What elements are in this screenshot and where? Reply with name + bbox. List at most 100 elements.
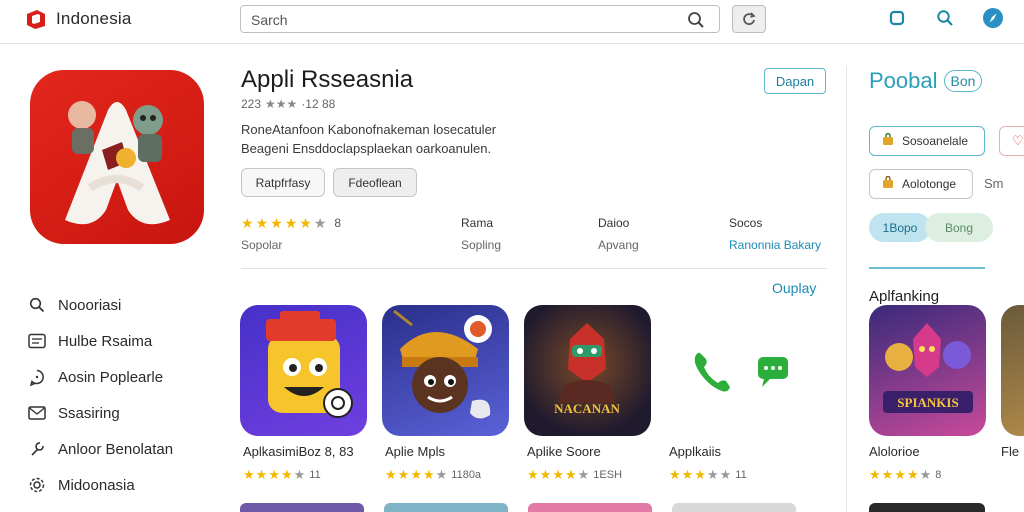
bag-icon <box>882 132 894 149</box>
rating-count: 8 <box>935 469 942 481</box>
stat-link[interactable]: Ranonnia Bakary <box>729 238 821 252</box>
app-rating: ★ ★ ★ ★ ★ 11 <box>243 467 321 482</box>
square-icon[interactable] <box>886 7 908 29</box>
divider <box>241 268 827 269</box>
app-tile-icon[interactable] <box>382 305 509 436</box>
rating-count: 1180a <box>451 469 482 481</box>
open-button[interactable]: Dapan <box>764 68 826 94</box>
nav-item-messages[interactable]: Ssasiring <box>28 395 173 431</box>
next-row-tile[interactable] <box>869 503 985 512</box>
fantasy-game-icon: SPIANKIS <box>883 323 973 413</box>
side-button-label: Aolotonge <box>902 177 957 191</box>
next-row-tile[interactable] <box>528 503 652 512</box>
app-name[interactable]: Alolorioe <box>869 444 920 459</box>
secondary-button[interactable]: Ratpfrfasy <box>241 168 325 197</box>
mail-icon <box>28 404 46 422</box>
stat-rating: ★ ★ ★ ★ ★ ★ 8 Sopolar <box>241 216 341 252</box>
app-title: Appli Rsseasnia <box>241 66 414 93</box>
app-name[interactable]: Fle <box>1001 444 1019 459</box>
nav-item-home[interactable]: Hulbe Rsaima <box>28 323 173 359</box>
rating-count: 223 <box>241 97 262 111</box>
emoji-game-icon <box>266 311 353 418</box>
app-rating: ★ ★ ★ ★ ★ 1ESH <box>527 467 623 482</box>
rating-count: 11 <box>309 469 321 481</box>
nav-item-settings[interactable]: Midoonasia <box>28 467 173 503</box>
next-row-tile[interactable] <box>240 503 364 512</box>
stat-sub: Sopling <box>461 238 502 252</box>
nav-item-popular[interactable]: Aosin Poplearle <box>28 359 173 395</box>
search-icon[interactable] <box>687 11 705 29</box>
secondary-button[interactable]: Fdeoflean <box>333 168 417 197</box>
app-tile-icon[interactable] <box>666 305 793 436</box>
bag-icon <box>882 175 894 192</box>
brand-logo-icon <box>27 10 45 29</box>
search-box[interactable] <box>240 5 720 33</box>
app-name[interactable]: Aplie Mpls <box>385 444 445 459</box>
gear-icon <box>28 476 46 494</box>
panel-title-text: Poobal <box>869 68 938 93</box>
peek-app-icon[interactable] <box>1001 305 1024 436</box>
nacanan-game-icon: NACANAN <box>554 323 620 416</box>
side-button-label: Sosoanelale <box>902 134 969 148</box>
nav-label: Ssasiring <box>58 404 120 422</box>
search-input[interactable] <box>251 10 671 30</box>
heart-button[interactable]: ♡ <box>999 126 1024 156</box>
stat-item: Rama Sopling <box>461 216 501 252</box>
panel-accent-rule <box>869 267 985 269</box>
side-button[interactable]: Aolotonge <box>869 169 973 199</box>
pill-tab[interactable]: Bong <box>925 213 993 242</box>
description-line: Beageni Ensddoclapsplaekan oarkoanulen. <box>241 141 492 156</box>
nav-label: Noooriasi <box>58 296 122 314</box>
refresh-icon <box>743 12 756 25</box>
search-icon <box>28 296 46 314</box>
grid-icon <box>28 332 46 350</box>
meta-stars: ★★★ <box>265 97 298 111</box>
nav-label: Hulbe Rsaima <box>58 332 153 350</box>
brand[interactable]: Indonesia <box>24 7 132 31</box>
nav-label: Anloor Benolatan <box>58 440 174 458</box>
nav-label: Aosin Poplearle <box>58 368 164 386</box>
rating-stars: ★ ★ ★ ★ ★ ★ 8 <box>241 215 342 231</box>
stat-label: Socos <box>729 216 763 230</box>
side-button[interactable]: Sosoanelale <box>869 126 985 156</box>
featured-app-icon[interactable]: SPIANKIS <box>869 305 986 436</box>
app-rating: ★ ★ ★ ★ ★ 1180a <box>385 467 482 482</box>
compass-icon[interactable] <box>982 7 1004 29</box>
next-row-tile[interactable] <box>384 503 508 512</box>
refresh-button[interactable] <box>732 5 766 33</box>
next-row-tile[interactable] <box>672 503 796 512</box>
display-link[interactable]: Ouplay <box>772 280 816 296</box>
app-name[interactable]: Aplike Soore <box>527 444 601 459</box>
app-hero-icon[interactable] <box>30 70 204 244</box>
stat-rating-value: 8 <box>334 216 342 230</box>
top-bar: Indonesia <box>0 0 1024 44</box>
app-meta: 223 ★★★ ·12 88 <box>241 97 335 111</box>
chat-icon <box>28 368 46 386</box>
nav-label: Midoonasia <box>58 476 135 494</box>
app-description: RoneAtanfoon Kabonofnakeman losecatuler … <box>241 120 541 158</box>
top-icons <box>886 7 1004 29</box>
side-extra-label[interactable]: Sm <box>984 176 1004 191</box>
pill-tab-active[interactable]: 1Bopo <box>869 213 931 242</box>
app-rating: ★ ★ ★ ★ ★ 11 <box>669 467 747 482</box>
nav-item-search[interactable]: Noooriasi <box>28 287 173 323</box>
panel-section-heading: Aplfanking <box>869 288 940 305</box>
panel-title: Poobal Bon <box>869 68 983 94</box>
stats-row: ★ ★ ★ ★ ★ ★ 8 Sopolar Rama Sopling Daioo Apva… <box>241 216 831 256</box>
warrior-game-icon <box>393 309 492 419</box>
panel-badge[interactable]: Bon <box>943 70 983 92</box>
phone-chat-icon <box>694 352 788 392</box>
nav-item-tools[interactable]: Anloor Benolatan <box>28 431 173 467</box>
description-line: RoneAtanfoon Kabonofnakeman losecatuler <box>241 122 497 137</box>
app-name[interactable]: AplkasimiBoz 8, 83 <box>243 444 354 459</box>
heart-icon: ♡ <box>1012 133 1024 148</box>
app-name[interactable]: Applkaiis <box>669 444 721 459</box>
app-tile-icon[interactable]: NACANAN <box>524 305 651 436</box>
stat-label: Rama <box>461 216 494 230</box>
stat-label: Daioo <box>598 216 630 230</box>
stat-item: Daioo Apvang <box>598 216 639 252</box>
side-nav: Noooriasi Hulbe Rsaima Aosin Poplearle S… <box>28 287 173 503</box>
app-tile-icon[interactable] <box>240 305 367 436</box>
search-icon[interactable] <box>934 7 956 29</box>
rating-count: 1ESH <box>593 469 623 481</box>
